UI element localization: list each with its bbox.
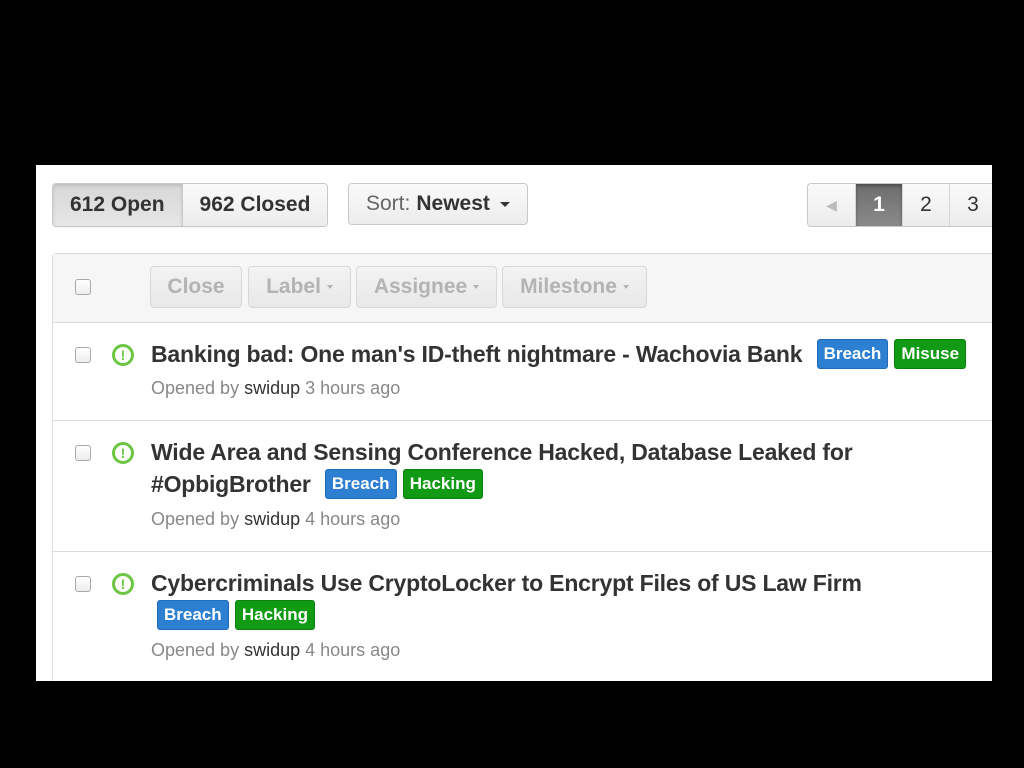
timestamp: 3 hours ago (305, 378, 401, 398)
issue-meta: Opened by swidup 4 hours ago (151, 640, 400, 661)
label-badge[interactable]: Breach (816, 339, 889, 369)
label-dropdown[interactable]: Label (248, 266, 351, 308)
closed-issues-button[interactable]: 962 Closed (182, 184, 328, 226)
page-3-button[interactable]: 3 (950, 184, 992, 226)
issue-row: ! Wide Area and Sensing Conference Hacke… (53, 421, 992, 552)
chevron-down-icon (326, 285, 333, 289)
sort-dropdown[interactable]: Sort: Newest (348, 183, 528, 225)
label-badge[interactable]: Hacking (234, 600, 315, 630)
bulk-actions-bar: Close Label Assignee Milestone (53, 254, 992, 323)
open-issue-icon: ! (112, 442, 134, 464)
close-button[interactable]: Close (150, 266, 242, 308)
select-all-checkbox[interactable] (75, 279, 91, 295)
milestone-dropdown[interactable]: Milestone (502, 266, 647, 308)
timestamp: 4 hours ago (305, 509, 401, 529)
issue-meta: Opened by swidup 4 hours ago (151, 509, 400, 530)
label-badge[interactable]: Hacking (402, 469, 483, 499)
issue-state-toggle: 612 Open 962 Closed (52, 183, 329, 227)
page-1-button[interactable]: 1 (856, 184, 903, 226)
issue-row: ! Banking bad: One man's ID-theft nightm… (53, 323, 992, 421)
issue-labels: Breach Hacking (157, 599, 315, 631)
issue-row: ! Cybercriminals Use CryptoLocker to Enc… (53, 552, 992, 681)
label-dropdown-text: Label (266, 275, 321, 298)
chevron-down-icon (499, 201, 510, 207)
issue-title: Cybercriminals Use CryptoLocker to Encry… (151, 570, 862, 596)
issue-title-link[interactable]: #OpbigBrother Breach Hacking (151, 468, 483, 500)
issue-checkbox[interactable] (75, 347, 91, 363)
issue-checkbox[interactable] (75, 576, 91, 592)
issue-title-link[interactable]: Wide Area and Sensing Conference Hacked,… (151, 436, 853, 468)
issue-title-link[interactable]: Banking bad: One man's ID-theft nightmar… (151, 338, 967, 370)
label-badge[interactable]: Misuse (894, 339, 967, 369)
timestamp: 4 hours ago (305, 640, 401, 660)
assignee-dropdown-text: Assignee (373, 275, 468, 298)
author-link[interactable]: swidup (244, 640, 300, 660)
milestone-dropdown-text: Milestone (520, 275, 617, 298)
label-badge[interactable]: Breach (324, 469, 397, 499)
issue-meta: Opened by swidup 3 hours ago (151, 378, 400, 399)
author-link[interactable]: swidup (244, 509, 300, 529)
issue-title-line2: #OpbigBrother (151, 471, 311, 497)
opened-by-text: Opened by (151, 509, 240, 529)
sort-prefix: Sort: (366, 192, 411, 215)
assignee-dropdown[interactable]: Assignee (356, 266, 497, 308)
author-link[interactable]: swidup (244, 378, 300, 398)
sort-value: Newest (416, 192, 490, 215)
prev-page-icon[interactable]: ◀ (808, 184, 856, 226)
issue-title-link[interactable]: Cybercriminals Use CryptoLocker to Encry… (151, 567, 862, 599)
issues-panel: 612 Open 962 Closed Sort: Newest ◀ 1 2 3… (36, 165, 992, 681)
issue-title: Banking bad: One man's ID-theft nightmar… (151, 341, 803, 367)
chevron-down-icon (622, 285, 629, 289)
label-badge[interactable]: Breach (157, 600, 229, 630)
open-issue-icon: ! (112, 344, 134, 366)
issue-list: Close Label Assignee Milestone ! Banking… (52, 253, 992, 681)
opened-by-text: Opened by (151, 378, 240, 398)
open-issue-icon: ! (112, 573, 134, 595)
page-2-button[interactable]: 2 (903, 184, 950, 226)
pagination: ◀ 1 2 3 (807, 183, 992, 227)
opened-by-text: Opened by (151, 640, 240, 660)
issue-checkbox[interactable] (75, 445, 91, 461)
chevron-down-icon (473, 285, 480, 289)
issue-title-line1: Wide Area and Sensing Conference Hacked,… (151, 439, 853, 465)
open-issues-button[interactable]: 612 Open (53, 184, 183, 226)
